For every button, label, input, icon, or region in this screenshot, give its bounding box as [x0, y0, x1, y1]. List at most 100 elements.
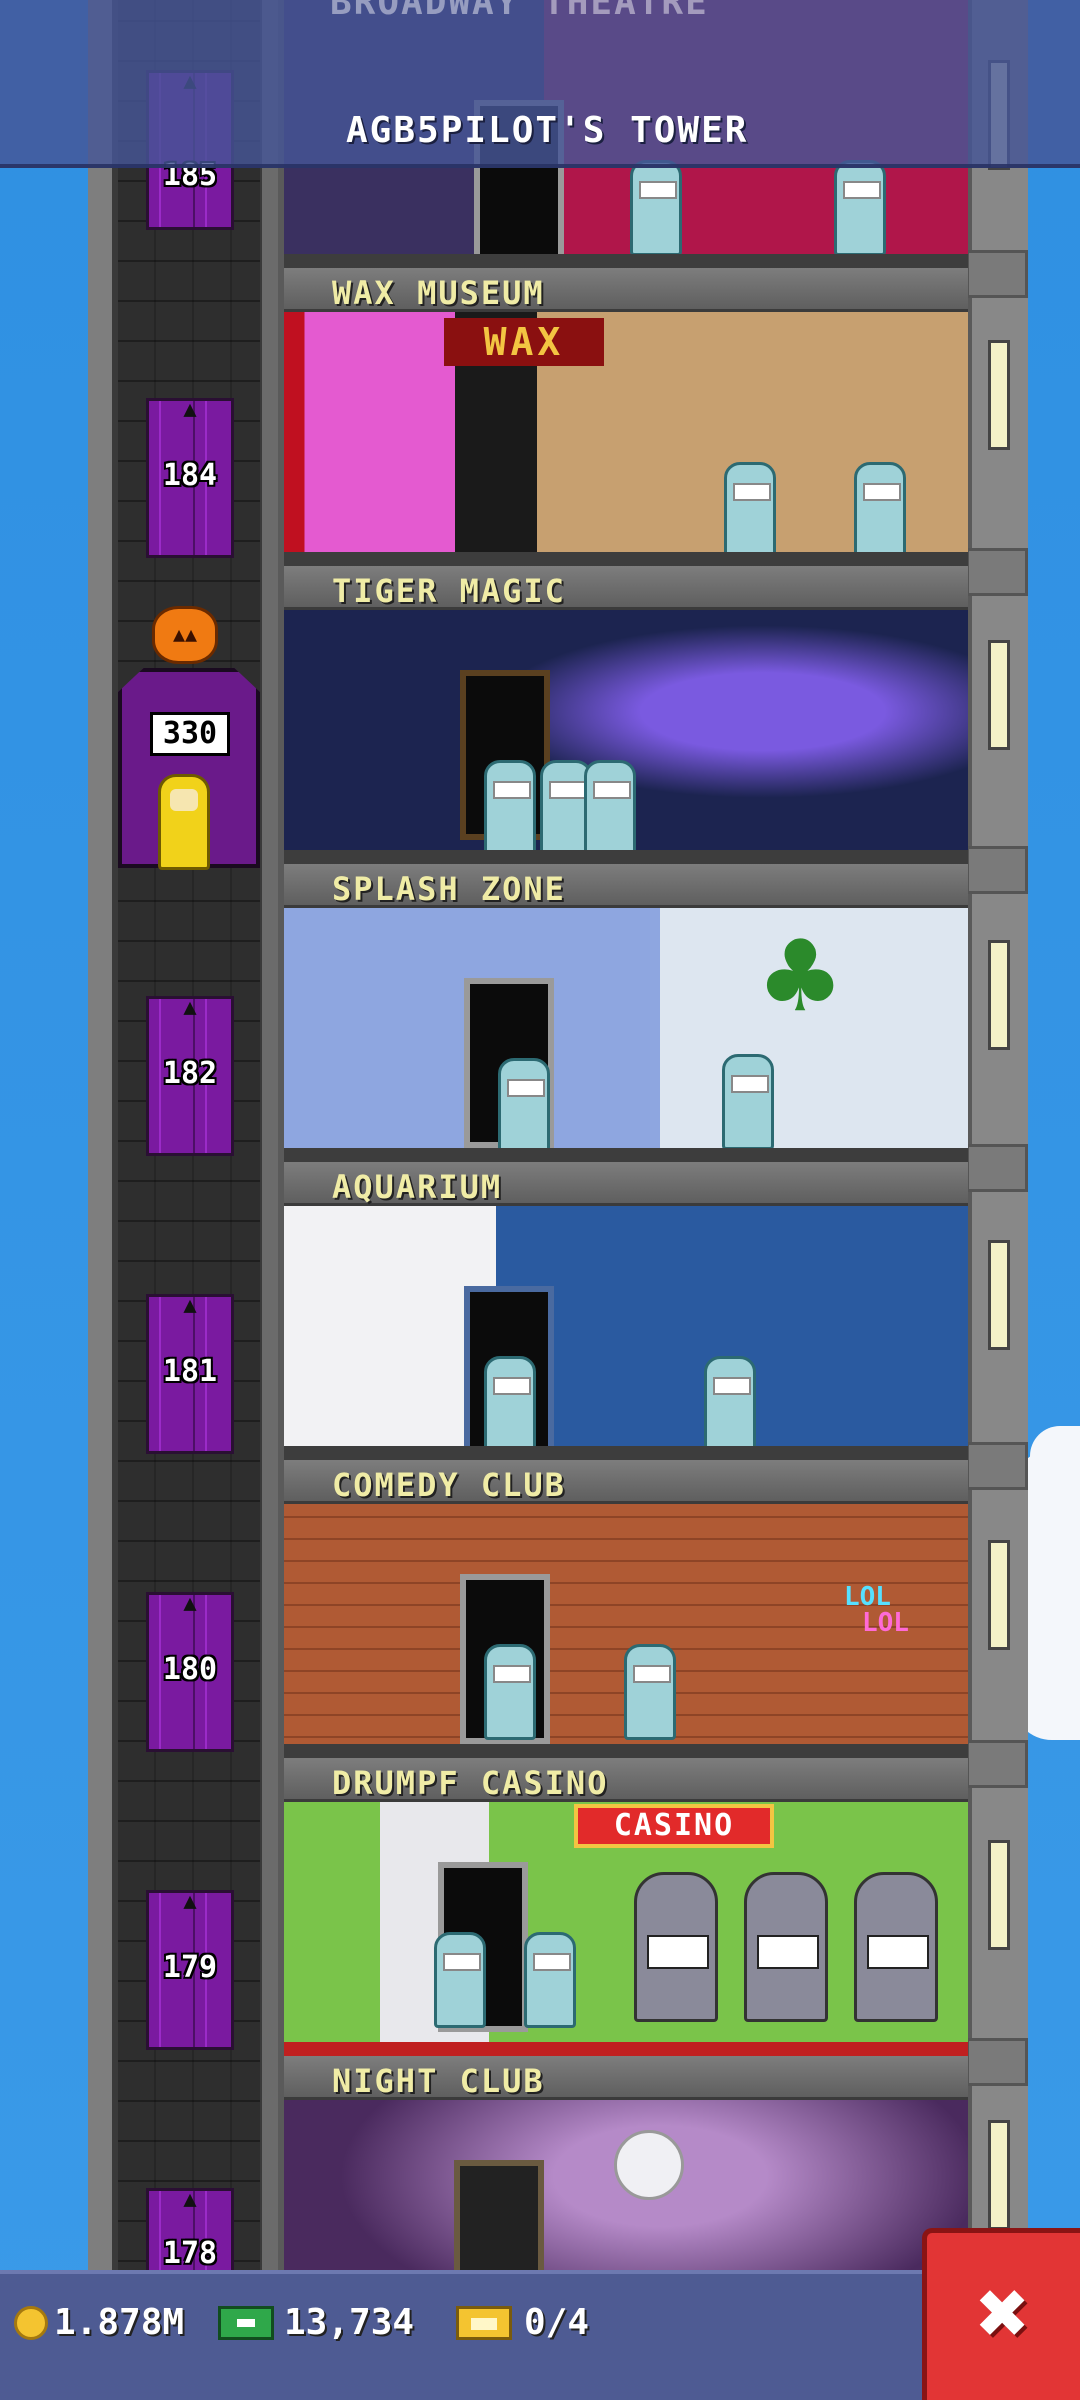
bat-icon: ▲	[183, 1591, 197, 1616]
coins-stat[interactable]: 1.878M	[14, 2302, 184, 2343]
elevator-rail-right	[262, 0, 278, 2300]
bitizen[interactable]	[498, 1058, 550, 1154]
tower-title: AGB5PILOT'S TOWER	[346, 110, 749, 151]
floor-number: 184	[162, 458, 218, 493]
tower-bracket	[966, 1144, 1028, 1192]
floor-label-strip: COMEDY CLUB	[284, 1460, 968, 1504]
tower-bracket	[966, 846, 1028, 894]
floor-name: WAX MUSEUM	[332, 274, 545, 312]
close-icon: ✖	[977, 2261, 1030, 2364]
elevator-passenger[interactable]	[158, 774, 210, 870]
room-aquarium	[284, 1206, 968, 1460]
tower-bracket	[966, 548, 1028, 596]
bux-icon	[218, 2305, 274, 2340]
close-button[interactable]: ✖	[922, 2228, 1080, 2400]
floor-label-strip: DRUMPF CASINO	[284, 1758, 968, 1802]
room-drumpf-casino: CASINO	[284, 1802, 968, 2056]
floor-base	[284, 1446, 968, 1460]
floor-aquarium[interactable]: AQUARIUM	[284, 1162, 968, 1460]
bux-stat[interactable]: 13,734	[218, 2302, 414, 2343]
resource-bar: 1.878M 13,734 0/4	[0, 2270, 1080, 2400]
tower-window	[988, 1540, 1010, 1650]
bitizen[interactable]	[484, 1356, 536, 1452]
floor-name: SPLASH ZONE	[332, 870, 566, 908]
floor-drumpf-casino[interactable]: DRUMPF CASINO CASINO	[284, 1758, 968, 2056]
room-comedy-club: LOL LOL	[284, 1504, 968, 1758]
tower-bracket	[966, 1740, 1028, 1788]
partial-floor-label: BROADWAY THEATRE	[330, 0, 709, 23]
bitizen[interactable]	[722, 1054, 774, 1150]
bat-icon: ▲	[183, 1293, 197, 1318]
floor-number: 179	[162, 1950, 218, 1985]
floor-label-strip: TIGER MAGIC	[284, 566, 968, 610]
floor-number: 181	[162, 1354, 218, 1389]
floor-name: TIGER MAGIC	[332, 572, 566, 610]
floor-wax-museum[interactable]: WAX MUSEUM WAX	[284, 268, 968, 566]
bitizen[interactable]	[484, 1644, 536, 1740]
floor-name: AQUARIUM	[332, 1168, 503, 1206]
room-wax-museum: WAX	[284, 312, 968, 566]
slot-machine	[854, 1872, 938, 2022]
tower-window	[988, 1840, 1010, 1950]
coin-icon	[14, 2305, 48, 2340]
pumpkin-icon: ▲▲	[152, 606, 218, 664]
floor-splash-zone[interactable]: SPLASH ZONE ♣	[284, 864, 968, 1162]
bitizen[interactable]	[524, 1932, 576, 2028]
floor-comedy-club[interactable]: COMEDY CLUB LOL LOL	[284, 1460, 968, 1758]
slot-machine	[744, 1872, 828, 2022]
tower-window	[988, 2120, 1010, 2230]
floor-label-strip: AQUARIUM	[284, 1162, 968, 1206]
tower-bracket	[966, 2038, 1028, 2086]
tickets-value: 0/4	[524, 2302, 590, 2343]
floor-name: NIGHT CLUB	[332, 2062, 545, 2100]
lol-neon-sign: LOL LOL	[844, 1584, 909, 1636]
tower-window	[988, 340, 1010, 450]
room-splash-zone: ♣	[284, 908, 968, 1162]
floor-name: COMEDY CLUB	[332, 1466, 566, 1504]
wax-sign: WAX	[444, 318, 604, 366]
casino-sign: CASINO	[574, 1804, 774, 1848]
floor-number: 182	[162, 1056, 218, 1091]
bitizen[interactable]	[584, 760, 636, 856]
tower-bracket	[966, 250, 1028, 298]
floor-base	[284, 2042, 968, 2056]
bat-icon: ▲	[183, 1889, 197, 1914]
floor-base	[284, 254, 968, 268]
lol-sign-top: LOL	[844, 1582, 891, 1612]
bitizen[interactable]	[854, 462, 906, 558]
floor-base	[284, 1148, 968, 1162]
tower-bracket	[966, 1442, 1028, 1490]
floor-base	[284, 552, 968, 566]
disco-ball-icon	[614, 2130, 684, 2200]
bitizen[interactable]	[484, 760, 536, 856]
floor-base	[284, 1744, 968, 1758]
bitizen[interactable]	[834, 160, 886, 256]
floor-base	[284, 850, 968, 864]
slot-machine	[634, 1872, 718, 2022]
bitizen[interactable]	[630, 160, 682, 256]
bat-icon: ▲	[183, 995, 197, 1020]
floor-number: 178	[162, 2236, 218, 2271]
floor-tiger-magic[interactable]: TIGER MAGIC	[284, 566, 968, 864]
lol-sign-bottom: LOL	[862, 1608, 909, 1638]
palm-tree-icon: ♣	[764, 908, 837, 1047]
golden-ticket-icon	[456, 2305, 512, 2340]
bitizen[interactable]	[704, 1356, 756, 1452]
floor-name: DRUMPF CASINO	[332, 1764, 609, 1802]
elevator-rail-left	[88, 0, 112, 2300]
bat-icon: ▲	[183, 2187, 197, 2212]
bat-icon: ▲	[183, 397, 197, 422]
room-tiger-magic	[284, 610, 968, 864]
floor-label-strip: WAX MUSEUM	[284, 268, 968, 312]
bux-value: 13,734	[284, 2302, 415, 2343]
bitizen[interactable]	[434, 1932, 486, 2028]
elevator-floor-display: 330	[150, 712, 230, 756]
tower-window	[988, 940, 1010, 1050]
tickets-stat[interactable]: 0/4	[456, 2302, 589, 2343]
bitizen[interactable]	[624, 1644, 676, 1740]
tower-window	[988, 1240, 1010, 1350]
tower-window	[988, 640, 1010, 750]
floor-label-strip: SPLASH ZONE	[284, 864, 968, 908]
bitizen[interactable]	[724, 462, 776, 558]
floor-label-strip: NIGHT CLUB	[284, 2056, 968, 2100]
